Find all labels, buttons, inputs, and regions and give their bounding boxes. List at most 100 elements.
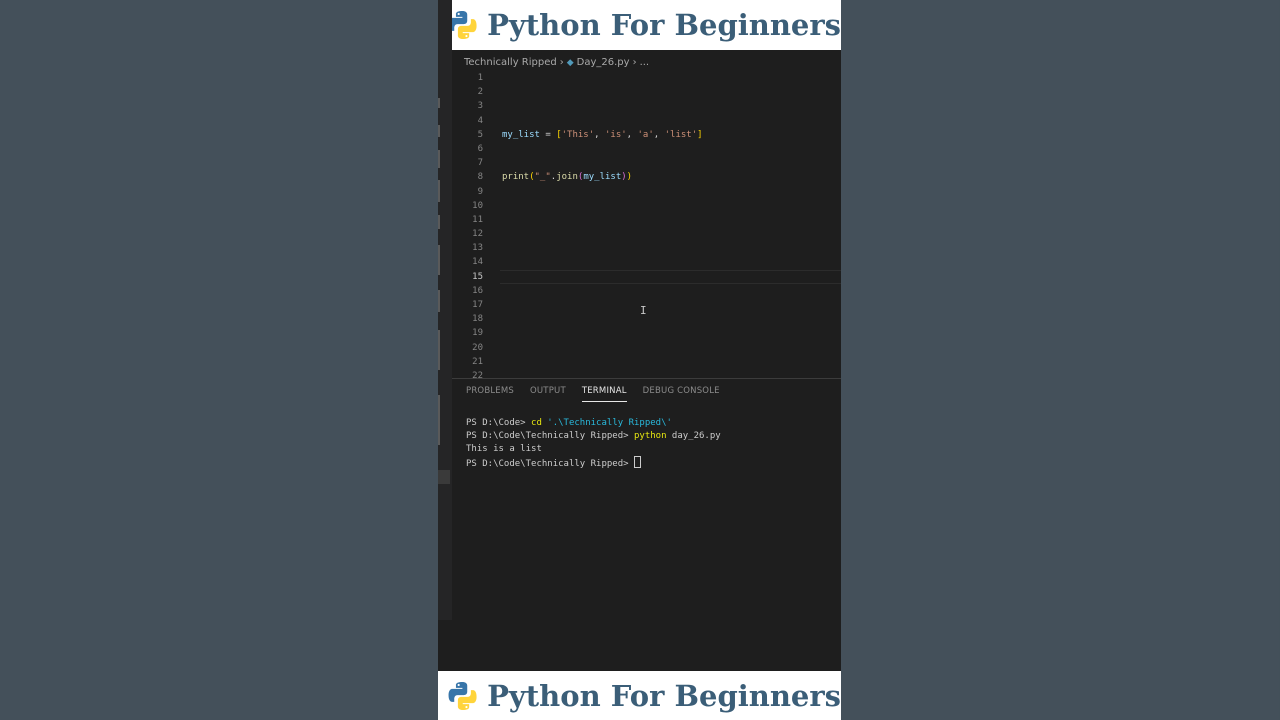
terminal-output: This is a list [466, 444, 542, 454]
activity-mark [438, 215, 440, 229]
code-token: 'a' [637, 129, 654, 140]
code-token: 'This' [561, 129, 595, 140]
terminal[interactable]: PS D:\Code> cd '.\Technically Ripped\' P… [466, 417, 721, 469]
line-number: 18 [472, 314, 483, 325]
python-file-icon: ◆ [566, 57, 574, 68]
line-number: 8 [477, 172, 483, 183]
code-token: join [556, 172, 578, 183]
terminal-line: PS D:\Code\Technically Ripped> python da… [466, 430, 721, 443]
terminal-prompt: PS D:\Code\Technically Ripped> [466, 431, 634, 441]
line-number: 16 [472, 285, 483, 296]
tab-debug-console[interactable]: DEBUG CONSOLE [643, 386, 720, 402]
line-number: 11 [472, 214, 483, 225]
background-left [0, 0, 438, 720]
line-number: 15 [472, 271, 483, 282]
activity-bar [438, 0, 452, 620]
terminal-line: PS D:\Code> cd '.\Technically Ripped\' [466, 417, 721, 430]
activity-mark [438, 125, 440, 137]
activity-mark [438, 470, 450, 484]
code-token: my_list [502, 129, 540, 140]
line-number: 2 [477, 87, 483, 98]
activity-mark [438, 330, 440, 370]
line-number: 1 [477, 73, 483, 83]
code-line-8: print("_".join(my_list)) [502, 170, 841, 184]
code-content[interactable]: my_list = ['This', 'is', 'a', 'list'] pr… [500, 71, 841, 284]
terminal-command: python [633, 431, 667, 441]
line-number: 21 [472, 356, 483, 367]
python-logo-icon [448, 681, 477, 710]
video-frame: Python For Beginners Technically Ripped … [438, 0, 841, 720]
line-number: 19 [472, 328, 483, 339]
terminal-prompt: PS D:\Code\Technically Ripped> [466, 459, 634, 469]
banner-title: Python For Beginners [487, 678, 841, 713]
breadcrumb-file[interactable]: Day_26.py [577, 57, 630, 68]
line-number: 9 [477, 186, 483, 197]
chevron-right-icon: › [632, 57, 637, 68]
banner-title: Python For Beginners [487, 8, 841, 42]
bottom-panel: PROBLEMS OUTPUT TERMINAL DEBUG CONSOLE P… [452, 378, 841, 672]
code-token: ] [697, 129, 703, 140]
code-token: 'is' [604, 129, 627, 140]
chevron-right-icon: › [559, 57, 564, 68]
terminal-prompt: PS D:\Code> [466, 418, 532, 428]
terminal-line: PS D:\Code\Technically Ripped> [466, 456, 721, 469]
line-number: 6 [477, 143, 483, 154]
activity-mark [438, 395, 440, 445]
code-editor[interactable]: Technically Ripped › ◆ Day_26.py › ... 1… [438, 51, 841, 381]
breadcrumb-more[interactable]: ... [640, 57, 650, 68]
code-token: , [653, 129, 665, 140]
code-line-15-current [500, 269, 841, 284]
panel-tabs: PROBLEMS OUTPUT TERMINAL DEBUG CONSOLE [466, 386, 736, 402]
line-number: 7 [477, 158, 483, 169]
line-number: 5 [477, 129, 483, 140]
activity-mark [438, 180, 440, 202]
tab-problems[interactable]: PROBLEMS [466, 386, 514, 402]
line-number: 4 [477, 115, 483, 126]
code-token: = [539, 129, 557, 140]
terminal-argument: day_26.py [666, 431, 721, 441]
tab-terminal[interactable]: TERMINAL [581, 386, 627, 402]
code-token: , [594, 129, 605, 140]
activity-mark [438, 245, 440, 275]
code-token: 'list' [664, 129, 698, 140]
line-number: 17 [472, 300, 483, 310]
line-number: 14 [472, 257, 483, 268]
line-number: 13 [472, 243, 483, 254]
text-cursor-icon: I [640, 304, 647, 317]
line-number: 12 [472, 229, 483, 240]
activity-mark [438, 290, 440, 312]
code-token: ) [626, 172, 633, 183]
bottom-banner: Python For Beginners [438, 671, 841, 720]
code-token: print [502, 172, 530, 183]
activity-mark [438, 98, 440, 108]
tab-output[interactable]: OUTPUT [530, 386, 566, 402]
line-number: 20 [472, 342, 483, 353]
breadcrumb-folder[interactable]: Technically Ripped [464, 57, 557, 68]
line-number-gutter: 1 2 3 4 5 6 7 8 9 10 11 12 13 14 15 16 17 18 19 20 21 22 [452, 71, 492, 383]
activity-mark [438, 150, 440, 168]
line-number: 3 [477, 101, 483, 112]
terminal-argument: '.\Technically Ripped\' [541, 418, 672, 428]
line-number: 10 [472, 200, 483, 211]
code-token: "_" [534, 172, 551, 183]
code-token: , [626, 129, 638, 140]
code-token: my_list [583, 172, 622, 183]
background-right [841, 0, 1279, 720]
code-line-5: my_list = ['This', 'is', 'a', 'list'] [502, 128, 841, 142]
top-banner: Python For Beginners [438, 0, 841, 50]
breadcrumb: Technically Ripped › ◆ Day_26.py › ... [464, 57, 649, 68]
terminal-command: cd [531, 418, 542, 428]
terminal-cursor [633, 456, 641, 468]
